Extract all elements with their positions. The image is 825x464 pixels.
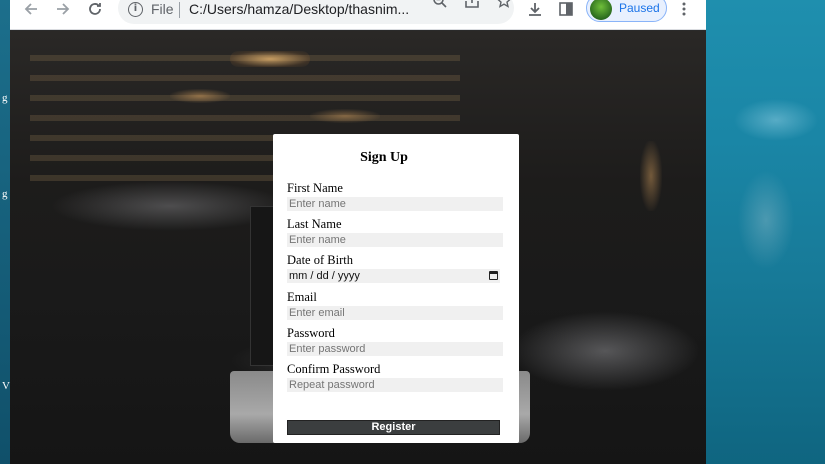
back-arrow-icon[interactable] <box>22 0 40 18</box>
email-label: Email <box>287 290 317 304</box>
page-viewport: Sign Up First Name Enter name Last Name … <box>10 31 706 464</box>
reload-icon[interactable] <box>86 0 104 18</box>
password-input[interactable]: Enter password <box>287 342 503 356</box>
background-photo <box>510 311 700 391</box>
profile-button[interactable]: Paused <box>586 0 667 22</box>
confirm-password-label: Confirm Password <box>287 362 381 376</box>
browser-window: i File C:/Users/hamza/Desktop/thasnim...… <box>10 0 706 464</box>
signup-form: Sign Up First Name Enter name Last Name … <box>273 134 519 443</box>
info-icon[interactable]: i <box>128 2 143 17</box>
more-menu-icon[interactable] <box>675 0 693 18</box>
first-name-input[interactable]: Enter name <box>287 197 503 211</box>
dob-input[interactable]: mm / dd / yyyy <box>287 269 500 283</box>
desktop-icon-label: V <box>2 380 10 392</box>
password-label: Password <box>287 326 335 340</box>
address-bar[interactable]: i File C:/Users/hamza/Desktop/thasnim... <box>118 0 514 24</box>
background-photo <box>310 109 380 123</box>
background-photo <box>640 141 662 211</box>
form-title: Sign Up <box>360 150 408 165</box>
last-name-label: Last Name <box>287 217 342 231</box>
side-panel-icon[interactable] <box>557 0 575 18</box>
dob-label: Date of Birth <box>287 253 353 267</box>
register-button[interactable]: Register <box>287 420 500 435</box>
desktop-wallpaper <box>706 0 825 464</box>
background-photo <box>170 89 230 103</box>
url-text[interactable]: C:/Users/hamza/Desktop/thasnim... <box>189 1 419 17</box>
avatar <box>590 0 612 20</box>
download-icon[interactable] <box>526 0 544 18</box>
browser-toolbar: i File C:/Users/hamza/Desktop/thasnim...… <box>10 0 706 30</box>
desktop-icon-label: g <box>2 188 8 200</box>
desktop-icon-label: g <box>2 92 8 104</box>
dob-value: mm / dd / yyyy <box>289 270 360 282</box>
confirm-password-input[interactable]: Repeat password <box>287 378 503 392</box>
forward-arrow-icon[interactable] <box>54 0 72 18</box>
divider <box>179 2 180 18</box>
desktop-background-left: g g V <box>0 0 10 464</box>
profile-status: Paused <box>619 1 660 15</box>
calendar-icon[interactable] <box>489 271 498 280</box>
first-name-label: First Name <box>287 181 343 195</box>
share-icon[interactable] <box>463 0 481 10</box>
last-name-input[interactable]: Enter name <box>287 233 503 247</box>
scheme-label: File <box>151 1 174 17</box>
email-input[interactable]: Enter email <box>287 306 503 320</box>
zoom-out-icon[interactable] <box>431 0 449 10</box>
background-photo <box>230 51 310 67</box>
star-icon[interactable] <box>495 0 513 10</box>
